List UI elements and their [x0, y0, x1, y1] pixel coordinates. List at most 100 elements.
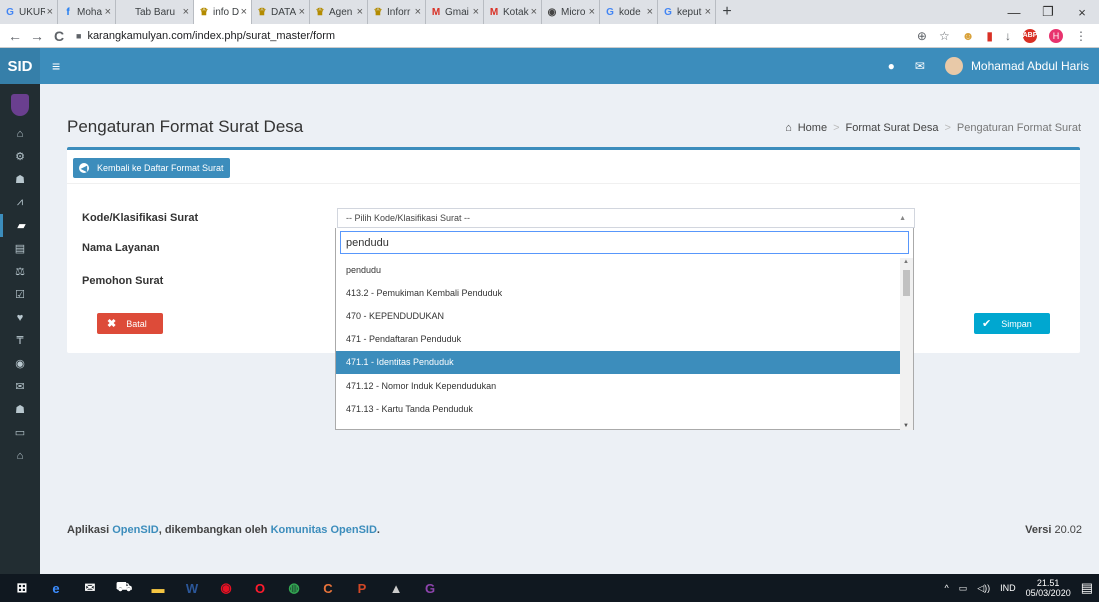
zoom-icon[interactable]: ⊕ [917, 29, 927, 43]
new-tab-button[interactable]: + [716, 0, 738, 24]
taskbar-mail-icon[interactable]: ✉ [78, 576, 102, 600]
tab-close-icon[interactable]: × [473, 6, 479, 18]
browser-tab[interactable]: Gkode × [600, 0, 658, 24]
volume-icon[interactable]: ◁)) [977, 583, 990, 594]
sidebar-item-legal-icon[interactable]: ⚖ [0, 260, 40, 283]
chat-icon[interactable]: ● [888, 59, 895, 73]
dropdown-option[interactable]: 471.1 - Identitas Penduduk [336, 350, 901, 374]
taskbar-app-g-icon[interactable]: G [418, 576, 442, 600]
scroll-down-icon[interactable]: ▼ [903, 423, 909, 429]
mail-icon[interactable]: ✉ [915, 59, 925, 73]
url-field[interactable]: ■ karangkamulyan.com/index.php/surat_mas… [76, 30, 917, 42]
language-indicator[interactable]: IND [1000, 583, 1016, 593]
tab-close-icon[interactable]: × [241, 6, 247, 18]
taskbar-app-red-icon[interactable]: ◉ [214, 576, 238, 600]
taskbar-ccleaner-icon[interactable]: C [316, 576, 340, 600]
brand-logo[interactable]: SID [0, 48, 40, 84]
dropdown-scrollbar[interactable]: ▲ ▼ [900, 258, 913, 430]
minimize-button[interactable]: — [997, 0, 1031, 24]
sidebar-item-analysis-icon[interactable]: ☑ [0, 283, 40, 306]
browser-tab[interactable]: Tab Baru × [116, 0, 194, 24]
tab-close-icon[interactable]: × [47, 6, 53, 18]
profile-avatar[interactable]: H [1049, 28, 1063, 43]
star-icon[interactable]: ☆ [939, 29, 950, 43]
sidebar-item-statistics-icon[interactable]: ⩘ [0, 191, 40, 214]
tab-close-icon[interactable]: × [299, 6, 305, 18]
extension-icon[interactable]: ☻ [962, 29, 975, 43]
dropdown-option[interactable]: pendudu [336, 258, 901, 281]
taskbar-store-icon[interactable]: ⛟ [112, 576, 136, 600]
reload-button[interactable]: C [50, 28, 68, 44]
notification-icon[interactable]: ▤ [1081, 580, 1093, 596]
close-window-button[interactable]: × [1065, 0, 1099, 24]
sidebar-item-identity-icon[interactable]: ⚙ [0, 145, 40, 168]
sidebar-item-admin-icon[interactable]: ⌂ [0, 444, 40, 467]
hamburger-menu-icon[interactable]: ≡ [52, 58, 60, 74]
taskbar-opera-icon[interactable]: O [248, 576, 272, 600]
maximize-button[interactable]: ❐ [1031, 0, 1065, 24]
opensid-link[interactable]: OpenSID [112, 524, 158, 536]
dropdown-option[interactable]: 471.12 - Nomor Induk Kependudukan [336, 374, 901, 397]
extension-icon[interactable]: ▮ [986, 29, 993, 43]
user-avatar[interactable] [944, 57, 963, 75]
tab-close-icon[interactable]: × [705, 6, 711, 18]
cancel-button[interactable]: ✖ Batal [97, 313, 163, 334]
dropdown-option[interactable]: 470 - KEPENDUDUKAN [336, 304, 901, 327]
sidebar-item-messages-icon[interactable]: ✉ [0, 375, 40, 398]
browser-tab[interactable]: ♛ info D × [194, 0, 252, 24]
sidebar-item-location-icon[interactable]: ◉ [0, 352, 40, 375]
tab-close-icon[interactable]: × [183, 6, 189, 18]
dropdown-option[interactable]: 471.13 - Kartu Tanda Penduduk [336, 397, 901, 420]
sidebar-item-secretariat-icon[interactable]: ₸ [0, 329, 40, 352]
scrollbar-thumb[interactable] [903, 270, 910, 296]
download-icon[interactable]: ↓ [1005, 29, 1011, 43]
tab-close-icon[interactable]: × [589, 6, 595, 18]
tab-close-icon[interactable]: × [357, 6, 363, 18]
adblock-icon[interactable]: ABP [1023, 28, 1037, 43]
dropdown-search-input[interactable]: pendudu [340, 231, 909, 254]
breadcrumb-parent[interactable]: Format Surat Desa [846, 122, 939, 134]
taskbar-powerpoint-icon[interactable]: P [350, 576, 374, 600]
forward-button[interactable]: → [28, 28, 46, 44]
browser-tab[interactable]: f Moha × [58, 0, 116, 24]
browser-tab[interactable]: ♛ Inforr × [368, 0, 426, 24]
tab-close-icon[interactable]: × [415, 6, 421, 18]
tab-close-icon[interactable]: × [531, 6, 537, 18]
sidebar-item-letters-icon[interactable]: ▰ [0, 214, 40, 237]
back-button[interactable]: ← [6, 28, 24, 44]
tab-close-icon[interactable]: × [105, 6, 111, 18]
user-name[interactable]: Mohamad Abdul Haris [971, 59, 1089, 73]
scroll-up-icon[interactable]: ▲ [903, 259, 909, 265]
clock[interactable]: 21.51 05/03/2020 [1026, 578, 1071, 598]
sidebar-item-population-icon[interactable]: ☗ [0, 168, 40, 191]
taskbar-explorer-icon[interactable]: ▬ [146, 576, 170, 600]
network-icon[interactable]: ▭ [959, 583, 968, 594]
kode-klasifikasi-select[interactable]: -- Pilih Kode/Klasifikasi Surat -- ▲ [337, 208, 915, 228]
village-logo[interactable] [11, 94, 29, 116]
tray-up-icon[interactable]: ^ [944, 583, 948, 593]
sidebar-item-archive-icon[interactable]: ▤ [0, 237, 40, 260]
browser-tab[interactable]: ♛ Agen × [310, 0, 368, 24]
dropdown-option[interactable]: 413.2 - Pemukiman Kembali Penduduk [336, 281, 901, 304]
browser-tab[interactable]: ♛ DATA × [252, 0, 310, 24]
dropdown-option[interactable]: 471 - Pendaftaran Penduduk [336, 328, 901, 351]
browser-tab[interactable]: M Gmai × [426, 0, 484, 24]
taskbar-edge-icon[interactable]: e [44, 576, 68, 600]
sidebar-item-groups-icon[interactable]: ☗ [0, 398, 40, 421]
menu-icon[interactable]: ⋮ [1075, 29, 1087, 43]
back-to-list-button[interactable]: ◀ Kembali ke Daftar Format Surat [73, 158, 230, 178]
breadcrumb-home[interactable]: Home [798, 122, 827, 134]
sidebar-item-settings-icon[interactable]: ▭ [0, 421, 40, 444]
browser-tab[interactable]: ◉ Micro × [542, 0, 600, 24]
komunitas-link[interactable]: Komunitas OpenSID [271, 524, 377, 536]
browser-tab[interactable]: M Kotak × [484, 0, 542, 24]
taskbar-photos-icon[interactable]: ▲ [384, 576, 408, 600]
taskbar-start-icon[interactable]: ⊞ [10, 576, 34, 600]
sidebar-item-home-icon[interactable]: ⌂ [0, 122, 40, 145]
sidebar-item-aid-icon[interactable]: ♥ [0, 306, 40, 329]
browser-tab[interactable]: G UKUR × [0, 0, 58, 24]
taskbar-chrome-icon[interactable]: ◍ [282, 576, 306, 600]
taskbar-word-icon[interactable]: W [180, 576, 204, 600]
save-button[interactable]: ✔ Simpan [974, 313, 1050, 334]
tab-close-icon[interactable]: × [647, 6, 653, 18]
